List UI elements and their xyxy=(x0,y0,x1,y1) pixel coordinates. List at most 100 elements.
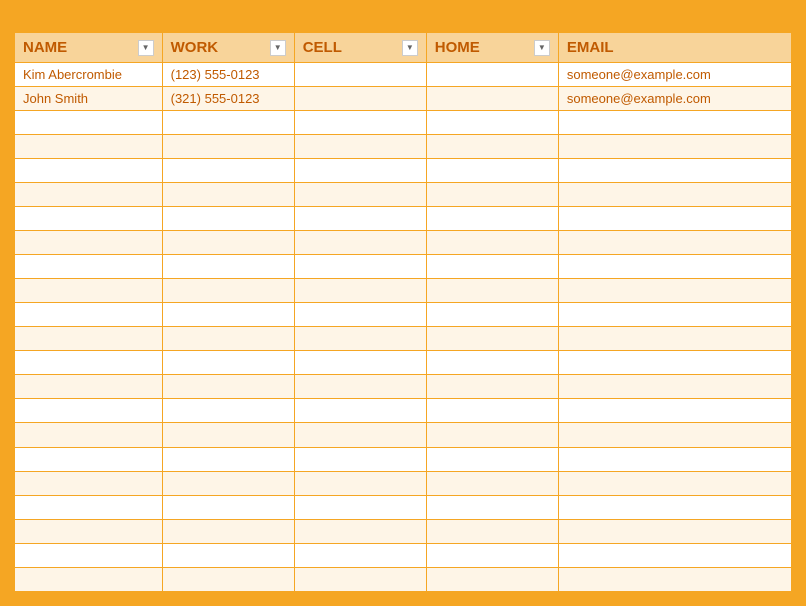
cell-email[interactable] xyxy=(558,135,791,159)
cell-cell[interactable] xyxy=(294,207,426,231)
cell-name[interactable] xyxy=(15,447,163,471)
cell-email[interactable] xyxy=(558,471,791,495)
cell-home[interactable] xyxy=(426,87,558,111)
cell-cell[interactable] xyxy=(294,519,426,543)
cell-cell[interactable] xyxy=(294,231,426,255)
cell-work[interactable] xyxy=(162,279,294,303)
cell-name[interactable] xyxy=(15,231,163,255)
cell-cell[interactable] xyxy=(294,375,426,399)
dropdown-arrow-cell[interactable]: ▼ xyxy=(402,40,418,56)
cell-home[interactable] xyxy=(426,423,558,447)
cell-email[interactable] xyxy=(558,423,791,447)
cell-email[interactable] xyxy=(558,111,791,135)
cell-cell[interactable] xyxy=(294,495,426,519)
cell-name[interactable] xyxy=(15,183,163,207)
cell-home[interactable] xyxy=(426,255,558,279)
cell-home[interactable] xyxy=(426,135,558,159)
cell-home[interactable] xyxy=(426,471,558,495)
cell-name[interactable] xyxy=(15,471,163,495)
cell-email[interactable] xyxy=(558,495,791,519)
cell-name[interactable] xyxy=(15,399,163,423)
cell-home[interactable] xyxy=(426,399,558,423)
cell-work[interactable] xyxy=(162,399,294,423)
cell-email[interactable] xyxy=(558,231,791,255)
cell-name[interactable] xyxy=(15,495,163,519)
cell-email[interactable] xyxy=(558,543,791,567)
cell-name[interactable] xyxy=(15,543,163,567)
cell-cell[interactable] xyxy=(294,567,426,591)
cell-name[interactable] xyxy=(15,159,163,183)
cell-home[interactable] xyxy=(426,183,558,207)
cell-name[interactable] xyxy=(15,303,163,327)
cell-home[interactable] xyxy=(426,111,558,135)
cell-email[interactable] xyxy=(558,255,791,279)
cell-cell[interactable] xyxy=(294,135,426,159)
cell-home[interactable] xyxy=(426,567,558,591)
cell-home[interactable] xyxy=(426,519,558,543)
cell-cell[interactable] xyxy=(294,183,426,207)
cell-name[interactable] xyxy=(15,207,163,231)
cell-work[interactable] xyxy=(162,135,294,159)
cell-home[interactable] xyxy=(426,543,558,567)
dropdown-arrow-work[interactable]: ▼ xyxy=(270,40,286,56)
cell-work[interactable] xyxy=(162,375,294,399)
cell-email[interactable] xyxy=(558,207,791,231)
cell-email[interactable] xyxy=(558,399,791,423)
cell-work[interactable] xyxy=(162,207,294,231)
cell-name[interactable] xyxy=(15,327,163,351)
cell-name[interactable]: John Smith xyxy=(15,87,163,111)
cell-cell[interactable] xyxy=(294,471,426,495)
cell-cell[interactable] xyxy=(294,159,426,183)
cell-name[interactable] xyxy=(15,351,163,375)
cell-home[interactable] xyxy=(426,159,558,183)
cell-home[interactable] xyxy=(426,447,558,471)
cell-home[interactable] xyxy=(426,327,558,351)
cell-email[interactable]: someone@example.com xyxy=(558,63,791,87)
cell-email[interactable] xyxy=(558,183,791,207)
cell-home[interactable] xyxy=(426,231,558,255)
cell-work[interactable] xyxy=(162,255,294,279)
cell-cell[interactable] xyxy=(294,423,426,447)
cell-name[interactable] xyxy=(15,567,163,591)
cell-work[interactable] xyxy=(162,351,294,375)
cell-work[interactable] xyxy=(162,447,294,471)
cell-name[interactable] xyxy=(15,111,163,135)
cell-work[interactable] xyxy=(162,519,294,543)
cell-cell[interactable] xyxy=(294,399,426,423)
cell-work[interactable] xyxy=(162,543,294,567)
cell-name[interactable] xyxy=(15,423,163,447)
cell-work[interactable]: (123) 555-0123 xyxy=(162,63,294,87)
cell-cell[interactable] xyxy=(294,255,426,279)
cell-work[interactable] xyxy=(162,567,294,591)
cell-email[interactable] xyxy=(558,159,791,183)
cell-work[interactable]: (321) 555-0123 xyxy=(162,87,294,111)
cell-email[interactable] xyxy=(558,567,791,591)
cell-cell[interactable] xyxy=(294,303,426,327)
cell-work[interactable] xyxy=(162,471,294,495)
cell-name[interactable]: Kim Abercrombie xyxy=(15,63,163,87)
cell-email[interactable] xyxy=(558,327,791,351)
cell-cell[interactable] xyxy=(294,351,426,375)
cell-home[interactable] xyxy=(426,375,558,399)
cell-work[interactable] xyxy=(162,111,294,135)
cell-cell[interactable] xyxy=(294,543,426,567)
cell-work[interactable] xyxy=(162,423,294,447)
cell-home[interactable] xyxy=(426,303,558,327)
cell-work[interactable] xyxy=(162,303,294,327)
cell-name[interactable] xyxy=(15,135,163,159)
cell-work[interactable] xyxy=(162,183,294,207)
cell-cell[interactable] xyxy=(294,63,426,87)
cell-cell[interactable] xyxy=(294,279,426,303)
cell-name[interactable] xyxy=(15,255,163,279)
cell-cell[interactable] xyxy=(294,111,426,135)
cell-email[interactable] xyxy=(558,447,791,471)
cell-name[interactable] xyxy=(15,279,163,303)
cell-email[interactable] xyxy=(558,519,791,543)
cell-home[interactable] xyxy=(426,279,558,303)
cell-email[interactable]: someone@example.com xyxy=(558,87,791,111)
cell-email[interactable] xyxy=(558,303,791,327)
cell-work[interactable] xyxy=(162,327,294,351)
cell-email[interactable] xyxy=(558,351,791,375)
cell-email[interactable] xyxy=(558,375,791,399)
cell-home[interactable] xyxy=(426,63,558,87)
